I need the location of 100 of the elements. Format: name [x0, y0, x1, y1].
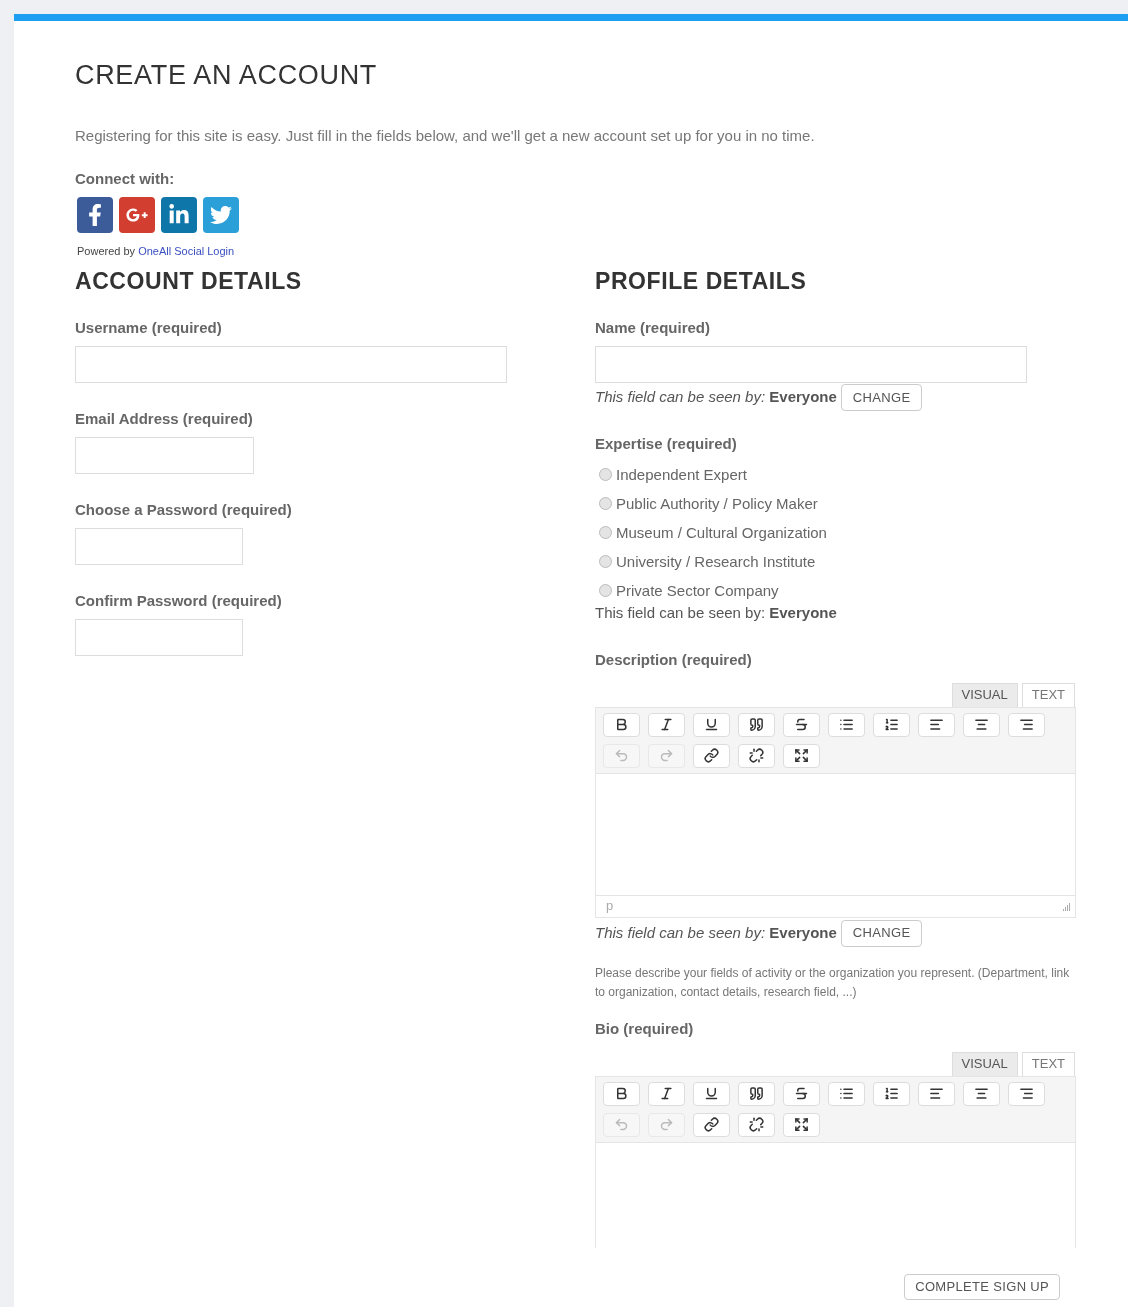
field-label: Name (required) — [595, 318, 712, 338]
toolbar-button[interactable] — [603, 712, 640, 737]
undo-icon — [614, 748, 629, 763]
toolbar-button[interactable] — [693, 1081, 730, 1106]
connect-label: Connect with: — [75, 168, 176, 189]
social-login-button[interactable] — [161, 197, 197, 233]
unlink-icon — [749, 748, 764, 763]
toolbar-button[interactable] — [738, 712, 775, 737]
editor-tab[interactable]: TEXT — [1021, 682, 1075, 707]
toolbar-button[interactable] — [828, 1081, 865, 1106]
toolbar-button[interactable] — [963, 1081, 1000, 1106]
numbered-list-icon — [884, 717, 899, 732]
align-left-icon — [929, 1086, 944, 1101]
toolbar-button[interactable] — [1008, 1081, 1045, 1106]
toolbar-button[interactable] — [873, 712, 910, 737]
toolbar-button[interactable] — [738, 1081, 775, 1106]
section-heading: PROFILE DETAILS — [595, 267, 808, 295]
quote-icon — [749, 717, 764, 732]
toolbar-button[interactable] — [918, 1081, 955, 1106]
bold-icon — [614, 1086, 629, 1101]
page-title: CREATE AN ACCOUNT — [75, 59, 378, 91]
toolbar-button[interactable] — [918, 712, 955, 737]
radio-button[interactable] — [599, 468, 612, 481]
social-login-button[interactable] — [77, 197, 113, 233]
toolbar-button[interactable] — [738, 1112, 775, 1137]
bold-icon — [614, 717, 629, 732]
radio-button[interactable] — [599, 555, 612, 568]
toolbar-button[interactable] — [648, 712, 685, 737]
radio-button[interactable] — [599, 497, 612, 510]
numbered-list-icon — [884, 1086, 899, 1101]
undo-icon — [614, 1117, 629, 1132]
fullscreen-icon — [794, 1117, 809, 1132]
visibility-note: This field can be seen by: Everyone — [595, 922, 837, 943]
field-label: Username (required) — [75, 318, 223, 338]
element-path: p — [606, 897, 614, 916]
toolbar-button[interactable] — [783, 743, 820, 768]
toolbar-button[interactable] — [738, 743, 775, 768]
toolbar-button[interactable] — [828, 712, 865, 737]
input-field[interactable] — [75, 528, 243, 565]
toolbar-button[interactable] — [873, 1081, 910, 1106]
editor-tab[interactable]: VISUAL — [951, 682, 1018, 707]
unlink-icon — [749, 1117, 764, 1132]
section-heading: ACCOUNT DETAILS — [75, 267, 303, 295]
linkedin-icon — [168, 204, 190, 226]
redo-icon — [659, 748, 674, 763]
toolbar-button[interactable] — [1008, 712, 1045, 737]
resize-grip-icon — [1062, 901, 1071, 911]
align-center-icon — [974, 1086, 989, 1101]
radio-option[interactable]: Independent Expert — [599, 464, 1076, 485]
field-label: Email Address (required) — [75, 409, 254, 429]
change-button[interactable]: CHANGE — [840, 919, 923, 947]
toolbar-button[interactable] — [648, 1081, 685, 1106]
align-center-icon — [974, 717, 989, 732]
italic-icon — [659, 717, 674, 732]
radio-button[interactable] — [599, 584, 612, 597]
link-icon — [704, 1117, 719, 1132]
toolbar-button[interactable] — [783, 1112, 820, 1137]
toolbar-button[interactable] — [783, 1081, 820, 1106]
italic-icon — [659, 1086, 674, 1101]
input-field[interactable] — [595, 346, 1027, 383]
visibility-note: This field can be seen by: Everyone — [595, 603, 838, 623]
radio-button[interactable] — [599, 526, 612, 539]
toolbar-button[interactable] — [693, 1112, 730, 1137]
quote-icon — [749, 1086, 764, 1101]
link-icon — [704, 748, 719, 763]
fullscreen-icon — [794, 748, 809, 763]
input-field[interactable] — [75, 437, 254, 474]
strikethrough-icon — [794, 1086, 809, 1101]
powered-by-text: Powered by OneAll Social Login — [77, 244, 236, 259]
field-label: Expertise (required) — [595, 434, 738, 454]
social-login-button[interactable] — [119, 197, 155, 233]
change-button[interactable]: CHANGE — [840, 384, 923, 411]
bullet-list-icon — [839, 1086, 854, 1101]
input-field[interactable] — [75, 619, 243, 656]
align-right-icon — [1019, 1086, 1034, 1101]
radio-option[interactable]: Museum / Cultural Organization — [599, 522, 1076, 543]
intro-text: Registering for this site is easy. Just fill in the fields below, and we'll get a new account set up for you in no time. — [75, 126, 816, 146]
oneall-link[interactable]: OneAll Social Login — [138, 245, 235, 257]
field-label: Description (required) — [595, 649, 753, 670]
field-label: Confirm Password (required) — [75, 591, 283, 611]
radio-option[interactable]: Public Authority / Policy Maker — [599, 493, 1076, 514]
underline-icon — [704, 1086, 719, 1101]
toolbar-button[interactable] — [963, 712, 1000, 737]
bullet-list-icon — [839, 717, 854, 732]
strikethrough-icon — [794, 717, 809, 732]
complete-sign-up-button[interactable]: COMPLETE SIGN UP — [904, 1273, 1060, 1300]
radio-option[interactable]: University / Research Institute — [599, 551, 1076, 572]
toolbar-button[interactable] — [693, 712, 730, 737]
social-login-button[interactable] — [203, 197, 239, 233]
editor-tab[interactable]: TEXT — [1021, 1051, 1075, 1076]
help-text: Please describe your fields of activity or the organization you represent. (Department, link to organization, contact details, research field, ...) — [595, 964, 1071, 1001]
underline-icon — [704, 717, 719, 732]
toolbar-button[interactable] — [603, 1081, 640, 1106]
toolbar-button[interactable] — [783, 712, 820, 737]
input-field[interactable] — [75, 346, 507, 383]
align-left-icon — [929, 717, 944, 732]
toolbar-button[interactable] — [693, 743, 730, 768]
twitter-icon — [210, 204, 232, 226]
editor-tab[interactable]: VISUAL — [951, 1051, 1018, 1076]
radio-option[interactable]: Private Sector Company — [599, 580, 1076, 601]
